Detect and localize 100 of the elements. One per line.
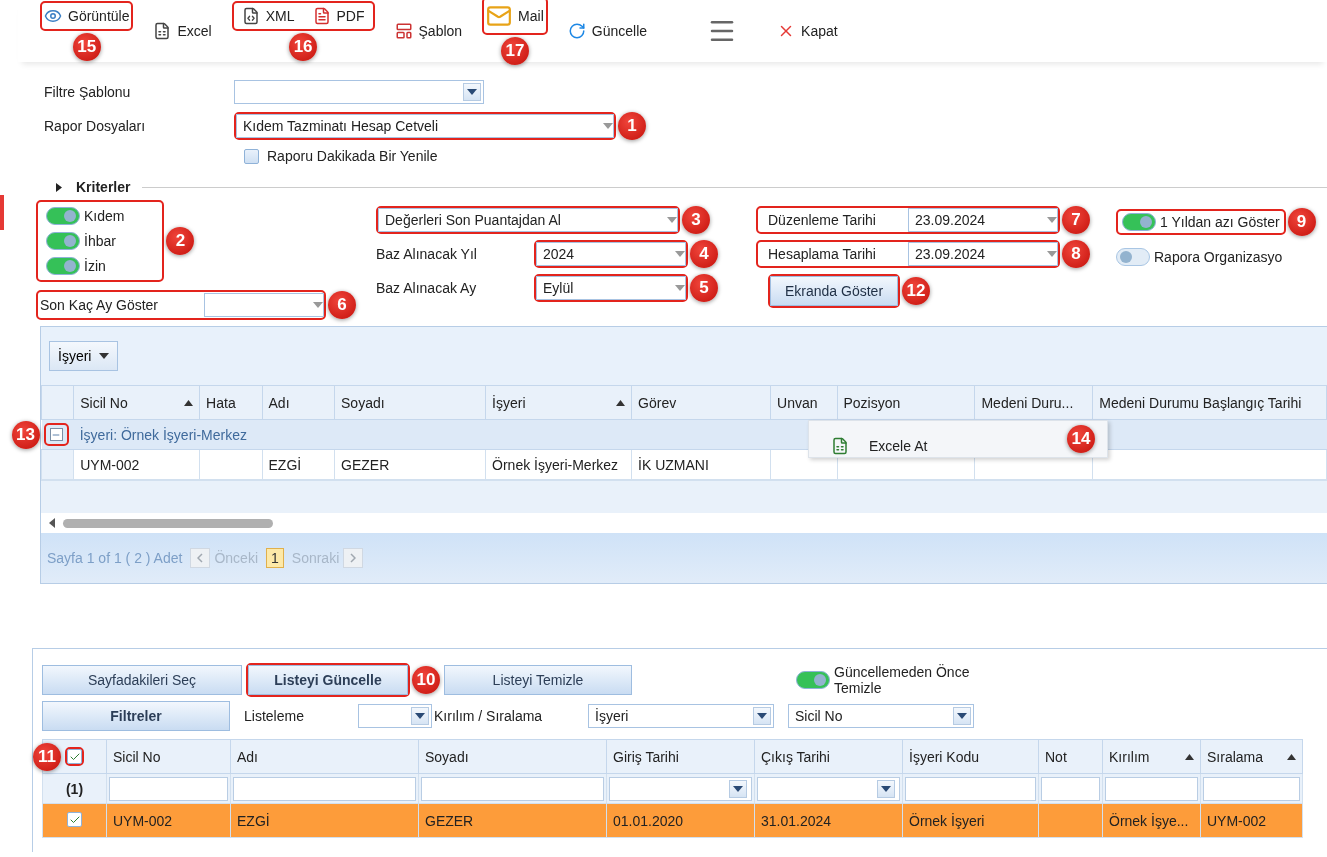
filter-template-select[interactable] — [234, 80, 484, 104]
listing-select[interactable] — [358, 704, 432, 728]
column-header[interactable]: Sıralama — [1200, 739, 1303, 774]
date-picker[interactable]: 23.09.2024 — [908, 208, 1058, 232]
toggle-switch[interactable] — [796, 671, 830, 689]
code-file-icon — [241, 7, 260, 25]
callout-badge: 16 — [289, 33, 318, 61]
mail-icon — [486, 3, 513, 29]
column-header[interactable]: Giriş Tarihi — [606, 739, 755, 774]
source-select[interactable]: Değerleri Son Puantajdan Al — [378, 208, 678, 232]
toolbar-button[interactable]: PDF — [310, 3, 367, 29]
filter-count: (1) — [42, 773, 107, 804]
table-cell: UYM-002 — [106, 803, 231, 838]
column-header[interactable]: Soyadı — [418, 739, 607, 774]
toolbar-button[interactable]: XML — [239, 3, 297, 29]
column-header[interactable]: Pozisyon — [837, 385, 975, 420]
filter-input[interactable] — [905, 776, 1036, 801]
toggle-label: İhbar — [84, 233, 116, 249]
collapse-icon[interactable] — [49, 428, 63, 441]
field-label: Baz Alınacak Ay — [376, 280, 478, 296]
value-select[interactable]: 2024 — [536, 242, 686, 266]
filter-input[interactable] — [757, 776, 900, 801]
template-icon — [394, 22, 413, 40]
refresh-icon — [567, 22, 586, 40]
filter-input[interactable] — [109, 776, 228, 801]
table-cell: Örnek İşyeri-Merkez — [485, 449, 632, 480]
value-select[interactable]: Eylül — [536, 276, 686, 300]
row-checkbox[interactable] — [67, 812, 82, 828]
checkbox[interactable] — [244, 148, 259, 164]
column-header[interactable]: Görev — [631, 385, 771, 420]
toolbar-button[interactable]: Mail — [484, 0, 546, 33]
column-header[interactable]: Çıkış Tarihi — [754, 739, 903, 774]
caret-icon — [675, 251, 685, 257]
caret-icon — [667, 217, 677, 223]
toolbar-button[interactable]: Şablon — [392, 18, 465, 44]
toggle-label: Kıdem — [84, 208, 125, 224]
filter-input[interactable] — [1041, 776, 1100, 801]
spreadsheet-file-icon — [153, 22, 172, 40]
column-header[interactable]: Medeni Durumu Başlangıç Tarihi — [1092, 385, 1327, 420]
action-button[interactable]: Sayfadakileri Seç — [42, 665, 242, 695]
callout-badge: 9 — [1287, 208, 1316, 236]
report-file-select[interactable]: Kıdem Tazminatı Hesap Cetveli — [236, 114, 614, 138]
sort-select[interactable]: Sicil No — [788, 704, 974, 728]
toolbar-button[interactable]: Güncelle — [565, 18, 650, 44]
table-cell: UYM-002 — [1200, 803, 1303, 838]
page-number[interactable]: 1 — [266, 548, 284, 568]
toggle-switch[interactable] — [46, 257, 80, 275]
caret-icon — [757, 713, 767, 719]
toggle-switch[interactable] — [1122, 213, 1156, 231]
caret-icon — [467, 89, 477, 95]
caret-icon — [881, 785, 891, 792]
checkbox-label: Raporu Dakikada Bir Yenile — [267, 148, 438, 164]
table-cell: Örnek İşyeri — [902, 803, 1039, 838]
callout-badge: 6 — [328, 291, 356, 319]
toolbar-button[interactable]: Kapat — [775, 18, 840, 44]
column-header[interactable]: İşyeri Kodu — [902, 739, 1039, 774]
table-cell: 31.01.2024 — [754, 803, 903, 838]
column-header[interactable]: Sicil No — [106, 739, 231, 774]
date-picker[interactable]: 23.09.2024 — [908, 242, 1058, 266]
toggle-switch[interactable] — [46, 232, 80, 250]
toggle-switch[interactable] — [1116, 248, 1150, 266]
column-header[interactable]: Unvan — [770, 385, 837, 420]
column-header[interactable]: İşyeri — [485, 385, 632, 420]
callout-badge: 4 — [690, 240, 718, 268]
filter-input[interactable] — [1203, 776, 1300, 801]
toggle-label: Rapora Organizasyo — [1154, 249, 1283, 265]
toolbar-button[interactable]: Excel — [151, 18, 214, 44]
scrollbar-thumb[interactable] — [63, 518, 273, 528]
months-select[interactable] — [204, 293, 324, 317]
section-title: Kriterler — [76, 179, 131, 195]
field-label: Son Kaç Ay Göster — [40, 297, 160, 313]
filter-input[interactable] — [421, 776, 604, 801]
column-header[interactable]: Sicil No — [73, 385, 200, 420]
toolbar-button[interactable]: Görüntüle — [42, 3, 132, 29]
filter-input[interactable] — [609, 776, 752, 801]
caret-icon — [1047, 217, 1057, 223]
column-header[interactable]: Hata — [199, 385, 262, 420]
break-select[interactable]: İşyeri — [588, 704, 774, 728]
column-header[interactable]: Adı — [230, 739, 419, 774]
column-header[interactable]: Adı — [262, 385, 335, 420]
column-header[interactable]: Kırılım — [1102, 739, 1201, 774]
field-label: Listeleme — [244, 708, 305, 724]
filter-input[interactable] — [1105, 776, 1198, 801]
column-header[interactable]: Soyadı — [334, 385, 486, 420]
table-cell: 01.01.2020 — [606, 803, 755, 838]
filter-input[interactable] — [233, 776, 416, 801]
column-header[interactable]: Medeni Duru... — [974, 385, 1093, 420]
caret-icon — [313, 302, 323, 308]
action-button[interactable]: Listeyi Temizle — [444, 665, 632, 695]
group-by-chip[interactable]: İşyeri — [49, 341, 119, 371]
toggle-switch[interactable] — [46, 207, 80, 225]
caret-icon — [733, 785, 743, 792]
show-button[interactable]: Ekranda Göster — [770, 276, 899, 306]
column-header[interactable]: Not — [1038, 739, 1103, 774]
action-button[interactable]: Listeyi Güncelle — [248, 665, 408, 695]
pager-summary: Sayfa 1 of 1 ( 2 ) Adet — [47, 550, 183, 566]
callout-badge: 11 — [33, 742, 61, 771]
filters-button[interactable]: Filtreler — [42, 701, 230, 731]
field-label: Baz Alınacak Yıl — [376, 246, 478, 262]
eye-icon — [44, 7, 62, 25]
